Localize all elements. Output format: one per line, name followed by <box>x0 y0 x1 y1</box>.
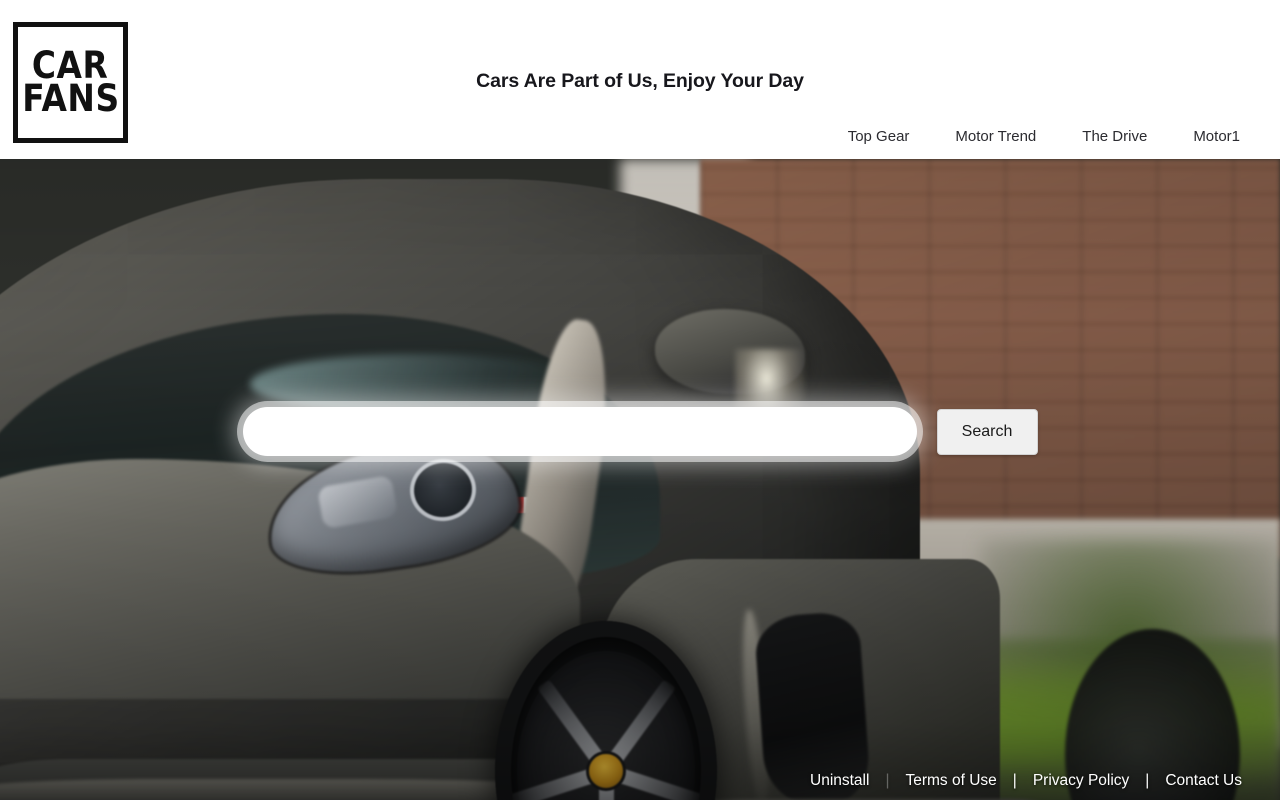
hero-section: Search Uninstall | Terms of Use | Privac… <box>0 159 1280 800</box>
footer-link-privacy-policy[interactable]: Privacy Policy <box>1033 772 1129 790</box>
footer-separator: | <box>1012 772 1017 789</box>
page-root: CAR FANS Cars Are Part of Us, Enjoy Your… <box>0 0 1280 800</box>
hero-vignette-overlay <box>0 159 1280 800</box>
footer-separator: | <box>885 772 890 789</box>
footer-link-contact-us[interactable]: Contact Us <box>1165 772 1242 790</box>
site-header: CAR FANS Cars Are Part of Us, Enjoy Your… <box>0 0 1280 159</box>
footer-link-terms-of-use[interactable]: Terms of Use <box>905 772 996 790</box>
footer-link-uninstall[interactable]: Uninstall <box>810 772 869 790</box>
site-tagline: Cars Are Part of Us, Enjoy Your Day <box>476 70 804 92</box>
search-button[interactable]: Search <box>936 408 1038 455</box>
nav-link-the-drive[interactable]: The Drive <box>1082 128 1147 145</box>
search-bar: Search <box>0 407 1280 456</box>
hero-background-photo <box>0 159 1280 800</box>
nav-link-motor-trend[interactable]: Motor Trend <box>955 128 1036 145</box>
main-nav: Top Gear Motor Trend The Drive Motor1 <box>848 128 1240 145</box>
nav-link-top-gear[interactable]: Top Gear <box>848 128 910 145</box>
footer-links: Uninstall | Terms of Use | Privacy Polic… <box>810 772 1242 790</box>
search-input[interactable] <box>242 407 917 456</box>
nav-link-motor1[interactable]: Motor1 <box>1193 128 1240 145</box>
footer-separator: | <box>1145 772 1150 789</box>
